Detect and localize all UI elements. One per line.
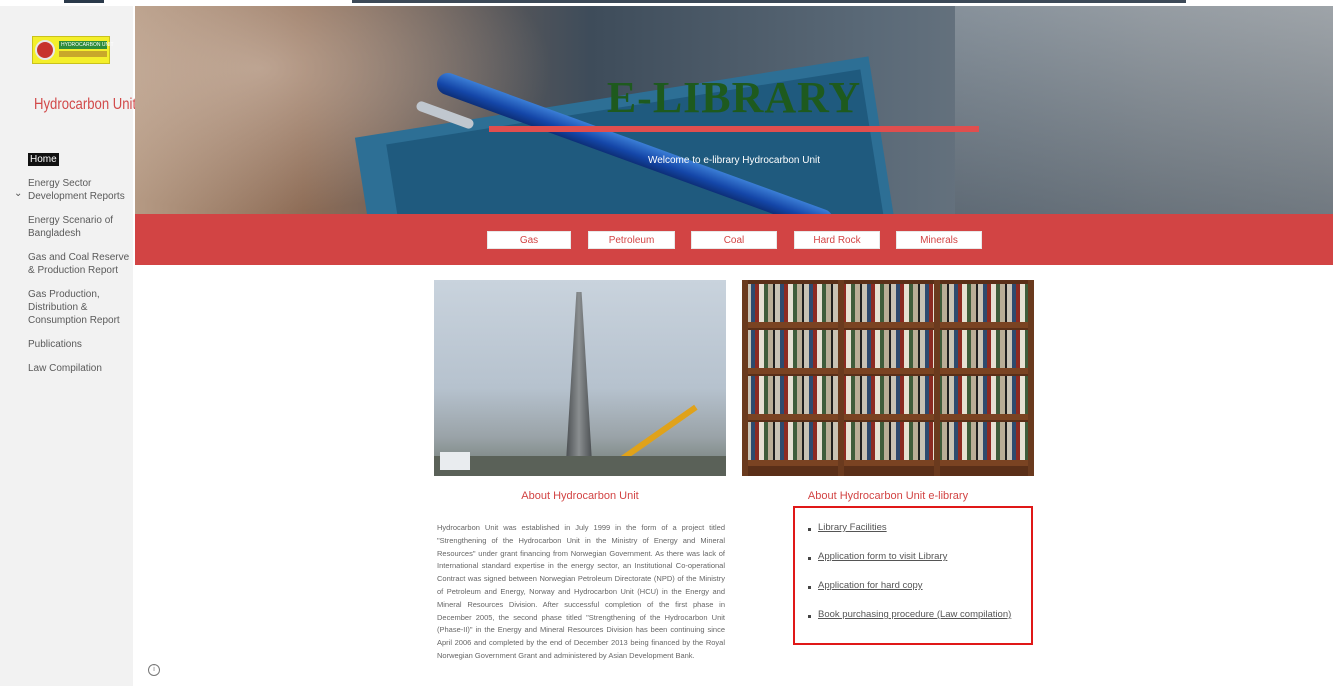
hero-subtitle: Welcome to e-library Hydrocarbon Unit <box>647 155 821 166</box>
book-row <box>746 376 1030 414</box>
rig-shed <box>440 452 470 470</box>
book-row <box>746 330 1030 368</box>
category-button-gas[interactable]: Gas <box>487 231 571 249</box>
about-paragraph: Hydrocarbon Unit was established in July… <box>437 523 725 660</box>
category-button-minerals[interactable]: Minerals <box>896 231 982 249</box>
nav-item-home[interactable]: Home <box>28 153 59 166</box>
site-brand-title[interactable]: Hydrocarbon Unit <box>34 96 136 114</box>
shelf-post <box>742 280 748 476</box>
page-title: E-LIBRARY <box>606 73 862 122</box>
title-underline <box>489 126 979 132</box>
sidebar-nav: Home Energy Sector Development Reports E… <box>28 149 133 386</box>
nav-item-energy-sector-development-reports[interactable]: Energy Sector Development Reports <box>28 177 133 203</box>
link-application-hard-copy[interactable]: Application for hard copy <box>818 580 923 591</box>
shelf-post <box>934 280 940 476</box>
about-section-title: About Hydrocarbon Unit <box>521 490 639 502</box>
rig-tower <box>566 292 592 462</box>
library-bookshelf-image <box>742 280 1034 476</box>
category-button-coal[interactable]: Coal <box>691 231 777 249</box>
nav-item-gas-and-coal-reserve[interactable]: Gas and Coal Reserve & Production Report <box>28 251 133 277</box>
nav-item-publications[interactable]: Publications <box>28 338 133 351</box>
rig-ground <box>434 456 726 476</box>
chevron-down-icon[interactable]: ⌄ <box>14 188 22 199</box>
list-item: Book purchasing procedure (Law compilati… <box>808 609 1028 638</box>
shelf-post <box>1028 280 1034 476</box>
bangladesh-seal-icon <box>35 40 55 60</box>
link-application-form-visit[interactable]: Application form to visit Library <box>818 551 947 562</box>
category-button-hard-rock[interactable]: Hard Rock <box>794 231 880 249</box>
nav-item-energy-scenario-of-bangladesh[interactable]: Energy Scenario of Bangladesh <box>28 214 133 240</box>
book-row <box>746 422 1030 460</box>
list-item: Library Facilities <box>808 522 1028 551</box>
nav-item-law-compilation[interactable]: Law Compilation <box>28 362 133 375</box>
shelf-board <box>742 368 1034 374</box>
list-item: Application for hard copy <box>808 580 1028 609</box>
shelf-board <box>742 460 1034 466</box>
shelf-board <box>742 414 1034 420</box>
top-strip-segment <box>352 0 1186 3</box>
shelf-board <box>742 322 1034 328</box>
category-button-petroleum[interactable]: Petroleum <box>588 231 675 249</box>
hydrocarbon-unit-logo[interactable]: HYDROCARBON UNIT <box>32 36 114 64</box>
book-row <box>746 284 1030 322</box>
hero-banner: E-LIBRARY Welcome to e-library Hydrocarb… <box>135 6 1333 214</box>
top-strip-segment <box>64 0 104 3</box>
nav-item-gas-production-distribution[interactable]: Gas Production, Distribution & Consumpti… <box>28 288 133 327</box>
rig-crane <box>620 404 698 462</box>
list-item: Application form to visit Library <box>808 551 1028 580</box>
shelf-post <box>838 280 844 476</box>
link-book-purchasing-procedure[interactable]: Book purchasing procedure (Law compilati… <box>818 609 1011 620</box>
elibrary-section-title: About Hydrocarbon Unit e-library <box>807 490 969 502</box>
elibrary-link-list: Library Facilities Application form to v… <box>808 522 1028 638</box>
drilling-rig-image <box>434 280 726 476</box>
link-library-facilities[interactable]: Library Facilities <box>818 522 887 533</box>
logo-subtext-bar <box>59 51 107 57</box>
logo-text-bar: HYDROCARBON UNIT <box>59 41 114 49</box>
sidebar: HYDROCARBON UNIT Hydrocarbon Unit ⌄ Home… <box>0 6 136 686</box>
info-icon[interactable]: i <box>148 664 160 676</box>
category-bar: Gas Petroleum Coal Hard Rock Minerals <box>135 214 1333 265</box>
